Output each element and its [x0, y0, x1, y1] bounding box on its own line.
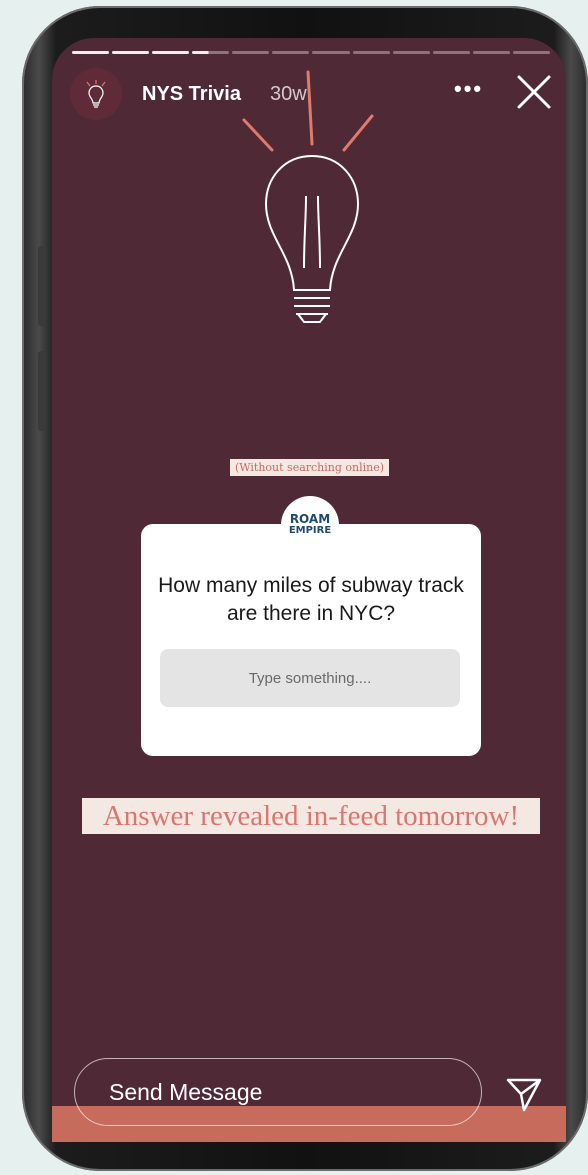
story-progress	[72, 51, 550, 54]
progress-segment	[392, 51, 430, 54]
logo-text-bottom: EMPIRE	[288, 525, 332, 536]
progress-segment	[72, 51, 110, 54]
question-text: How many miles of subway track are there…	[158, 574, 464, 625]
account-avatar[interactable]	[70, 68, 122, 120]
progress-segment	[472, 51, 510, 54]
lightbulb-icon	[86, 80, 106, 108]
answer-input[interactable]: Type something....	[160, 649, 460, 707]
volume-down-button	[38, 351, 46, 431]
progress-segment	[312, 51, 350, 54]
progress-segment	[192, 51, 230, 54]
instruction-note: (Without searching online)	[230, 459, 390, 476]
story-screen[interactable]: NYS Trivia 30w ••• (Without searching on…	[52, 38, 566, 1142]
reveal-caption: Answer revealed in-feed tomorrow!	[82, 798, 540, 834]
progress-segment	[512, 51, 550, 54]
logo-text-top: ROAM	[289, 512, 331, 526]
progress-segment	[112, 51, 150, 54]
close-icon[interactable]	[516, 74, 552, 110]
more-icon[interactable]: •••	[454, 76, 483, 102]
send-message-input[interactable]: Send Message	[74, 1058, 482, 1126]
progress-segment	[352, 51, 390, 54]
brand-logo: ROAM EMPIRE	[281, 496, 339, 554]
progress-segment	[432, 51, 470, 54]
send-icon[interactable]	[506, 1076, 542, 1112]
lightbulb-icon	[242, 70, 374, 323]
volume-up-button	[38, 246, 46, 326]
question-sticker[interactable]: How many miles of subway track are there…	[141, 524, 481, 756]
progress-segment	[232, 51, 270, 54]
progress-segment	[152, 51, 190, 54]
account-name[interactable]: NYS Trivia	[142, 83, 241, 106]
progress-segment	[272, 51, 310, 54]
